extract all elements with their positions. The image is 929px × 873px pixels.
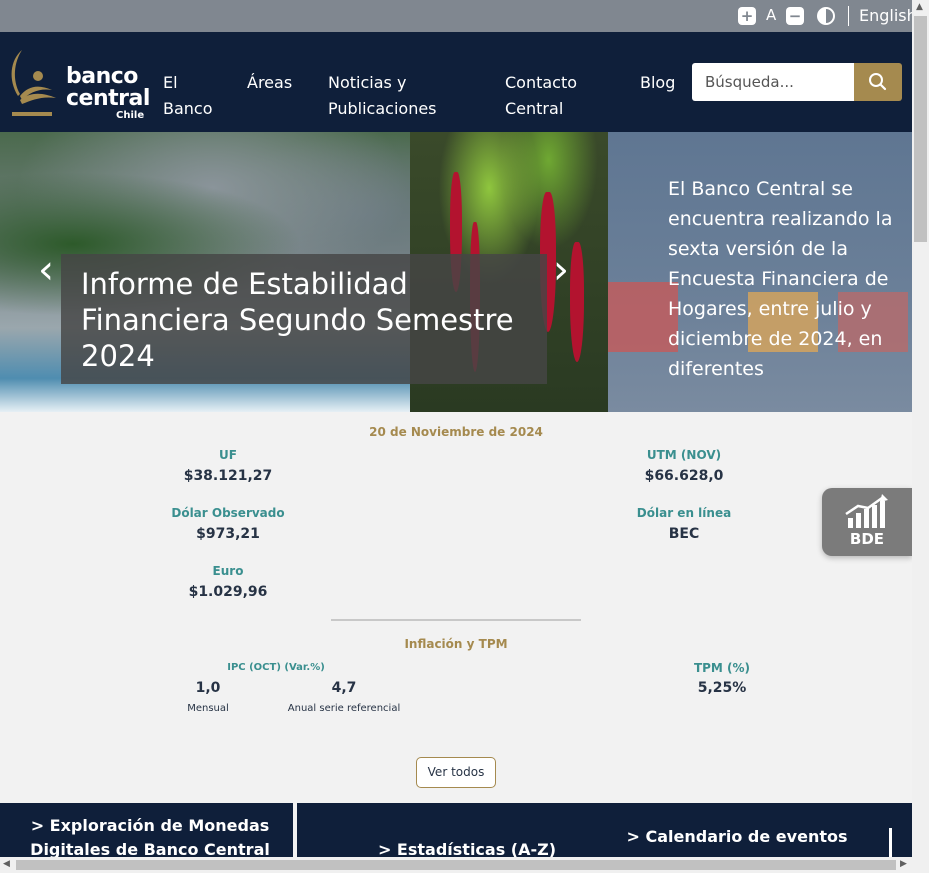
dolar-observado-label: Dólar Observado [171,506,285,520]
nav-noticias[interactable]: Noticias y Publicaciones [328,70,437,122]
logo-text-banco: banco [66,64,138,89]
utm-label: UTM (NOV) [646,448,722,462]
tpm-label: TPM (%) [693,661,751,675]
nav-areas[interactable]: Áreas [247,70,292,96]
ipc-monthly-label: Mensual [187,703,229,714]
bottom-links: > Exploración de Monedas Digitales de Ba… [0,803,912,859]
logo[interactable]: banco central Chile [8,46,150,121]
zoom-out-icon[interactable]: − [786,7,804,25]
zoom-in-icon[interactable]: + [738,7,756,25]
ipc-annual-value[interactable]: 4,7 [244,680,444,696]
bottom-link-monedas-label: > Exploración de Monedas Digitales de Ba… [30,816,270,859]
hero-side-text: El Banco Central se encuentra realizando… [668,178,893,380]
hero-carousel: ‹ Informe de Estabilidad Financiera Segu… [0,132,912,412]
font-size-label: A [766,6,777,24]
dolar-linea-value[interactable]: BEC [584,526,784,542]
nav-blog[interactable]: Blog [640,70,675,96]
inflation-title: Inflación y TPM [404,637,508,651]
euro-label: Euro [212,564,244,578]
scroll-left-icon[interactable]: ◀ [3,859,10,869]
ipc-label: IPC (OCT) (Var.%) [227,662,325,673]
ipc-annual-label: Anual serie referencial [287,703,401,714]
contrast-icon[interactable] [817,7,835,25]
search-icon [869,73,887,91]
page: + A − English banco central Chile El Ban… [0,0,929,873]
utm-value[interactable]: $66.628,0 [584,468,784,484]
logo-text-chile: Chile [116,110,145,121]
logo-text-central: central [66,86,150,111]
carousel-next-icon[interactable]: › [553,250,569,290]
scroll-right-icon[interactable]: ▶ [900,859,907,869]
dolar-observado-value[interactable]: $973,21 [128,526,328,542]
indicators-divider [331,619,581,621]
horizontal-scrollbar-thumb[interactable] [16,860,896,870]
search-button[interactable] [854,63,902,101]
indicators-date: 20 de Noviembre de 2024 [369,425,543,439]
bde-label: BDE [849,530,885,548]
uf-value[interactable]: $38.121,27 [128,468,328,484]
uf-label: UF [219,448,237,462]
main-header: banco central Chile El Banco Áreas Notic… [0,32,912,132]
bde-button[interactable]: BDE [822,488,912,556]
logo-emblem-icon [11,50,56,116]
nav-el-banco[interactable]: El Banco [163,70,213,122]
nav-contacto[interactable]: Contacto Central [505,70,577,122]
bottom-links-right: > Estadísticas (A-Z) > Calendario de eve… [297,803,912,859]
hero-side-panel[interactable]: El Banco Central se encuentra realizando… [608,132,912,412]
hero-caption-title: Informe de Estabilidad Financiera Segund… [81,267,514,373]
carousel-prev-icon[interactable]: ‹ [38,250,54,290]
bottom-link-calendario-label[interactable]: > Calendario de eventos [617,825,857,849]
ver-todos-button[interactable]: Ver todos [416,757,496,788]
bottom-divider [889,828,892,857]
utility-bar: + A − English [0,0,917,32]
language-link[interactable]: English [859,6,917,25]
bar-chart-icon [845,494,888,528]
euro-value[interactable]: $1.029,96 [128,584,328,600]
dolar-linea-label: Dólar en línea [636,506,732,520]
bottom-link-monedas[interactable]: > Exploración de Monedas Digitales de Ba… [0,803,293,859]
search-input[interactable] [692,63,854,101]
vertical-scrollbar-thumb[interactable] [914,16,927,242]
utility-divider [848,6,849,26]
scroll-up-icon[interactable]: ▲ [916,2,923,12]
hero-caption[interactable]: Informe de Estabilidad Financiera Segund… [61,254,547,384]
tpm-value[interactable]: 5,25% [622,680,822,696]
